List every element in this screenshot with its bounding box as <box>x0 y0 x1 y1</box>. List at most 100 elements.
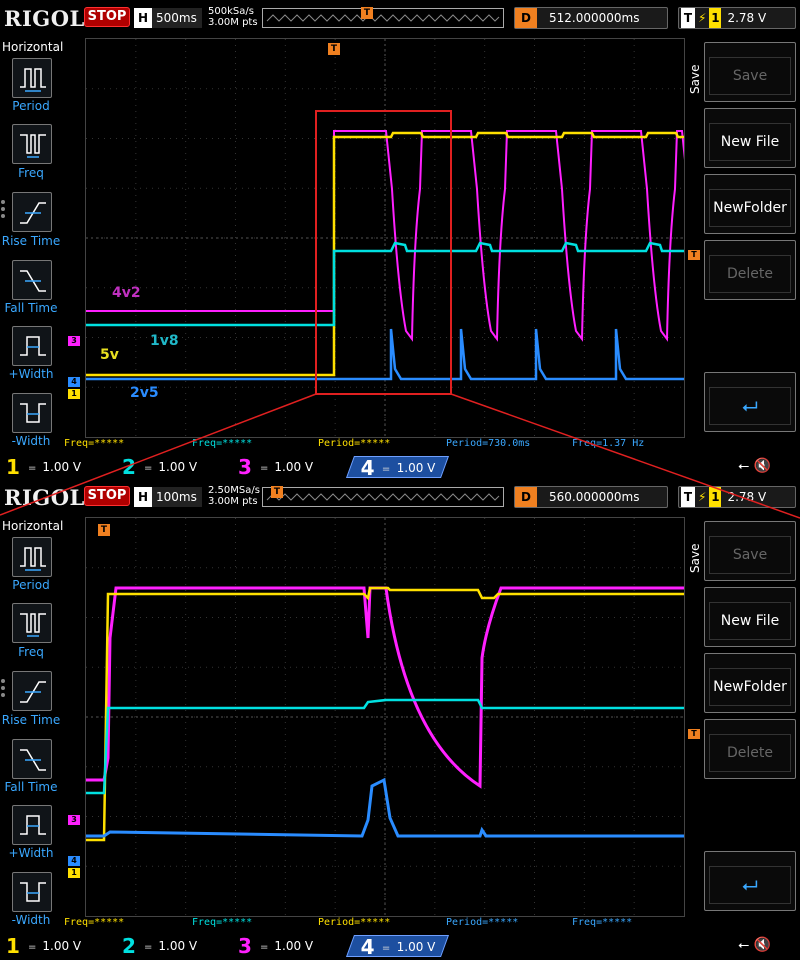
timebase-readout[interactable]: H 500ms <box>134 8 202 28</box>
enter-button[interactable]: ⮠ <box>704 372 796 432</box>
ch1-scale[interactable]: 1 = 1.00 V <box>4 935 81 957</box>
run-stop-button[interactable]: STOP <box>84 7 130 27</box>
ch4-value: 1.00 V <box>397 461 436 475</box>
dc-coupling-icon: = <box>144 942 153 953</box>
trigger-source: 1 <box>709 487 722 507</box>
period-button[interactable] <box>12 58 52 98</box>
memory-depth: 3.00M pts <box>208 496 258 507</box>
run-stop-button[interactable]: STOP <box>84 486 130 506</box>
speaker-muted-icon[interactable]: 🔇 <box>754 458 771 474</box>
scope-screen-bottom: RIGOL STOP H 100ms 2.50MSa/s 3.00M pts T … <box>0 479 800 959</box>
trigger-key: T <box>681 487 695 507</box>
new-folder-button[interactable]: NewFolder <box>704 653 796 713</box>
sample-rate: 500kSa/s <box>208 6 254 17</box>
period-icon <box>20 547 46 571</box>
ch2-scale[interactable]: 2 = 1.00 V <box>120 456 197 478</box>
horizontal-delay[interactable]: D 560.000000ms <box>514 486 668 508</box>
status-bar: RIGOL STOP H 100ms 2.50MSa/s 3.00M pts T … <box>0 479 800 517</box>
sample-rate: 2.50MSa/s <box>208 485 260 496</box>
memory-trigger-marker: T <box>271 486 283 498</box>
ch1-scale[interactable]: 1 = 1.00 V <box>4 456 81 478</box>
waveform-plot <box>86 39 684 437</box>
trigger-source: 1 <box>709 8 722 28</box>
ch4-number: 4 <box>360 456 375 480</box>
save-button[interactable]: Save <box>704 42 796 102</box>
timebase-value: 500ms <box>156 11 197 25</box>
trigger-position-marker: T <box>328 43 340 55</box>
period-label: Period <box>12 578 50 592</box>
horizontal-delay[interactable]: D 512.000000ms <box>514 7 668 29</box>
ch1-offset-marker[interactable]: 1 <box>68 389 80 399</box>
delay-key: D <box>515 8 537 28</box>
brand-logo: RIGOL <box>4 485 85 510</box>
trigger-readout[interactable]: T ⚡ 1 2.78 V <box>678 7 796 29</box>
ch1-offset-marker[interactable]: 1 <box>68 868 80 878</box>
dc-coupling-icon: = <box>381 464 391 475</box>
minus-width-button[interactable] <box>12 393 52 433</box>
delay-value: 560.000000ms <box>549 490 640 504</box>
ch4-scale[interactable]: 4 = 1.00 V <box>345 935 450 959</box>
dc-coupling-icon: = <box>381 943 391 954</box>
trigger-position-marker: T <box>98 524 110 536</box>
save-button[interactable]: Save <box>704 521 796 581</box>
delete-button[interactable]: Delete <box>704 719 796 779</box>
rise-time-icon <box>20 202 46 224</box>
left-measure-menu: Horizontal Period Freq Rise Time Fall Ti… <box>0 517 64 931</box>
new-file-button[interactable]: New File <box>704 108 796 168</box>
enter-button[interactable]: ⮠ <box>704 851 796 911</box>
memory-overview-bar[interactable]: T <box>262 486 504 507</box>
waveform-grid[interactable]: T <box>85 517 685 917</box>
measurement-2: Freq=***** <box>192 438 253 449</box>
ch3-scale[interactable]: 3 = 1.00 V <box>236 935 313 957</box>
ch3-offset-marker[interactable]: 3 <box>68 815 80 825</box>
label-5v: 5v <box>100 347 119 363</box>
minus-width-button[interactable] <box>12 872 52 912</box>
ch1-value: 1.00 V <box>42 460 82 474</box>
waveform-grid[interactable]: T 4v2 1v8 5v 2v5 <box>85 38 685 438</box>
freq-icon <box>20 134 46 158</box>
delete-button[interactable]: Delete <box>704 240 796 300</box>
freq-button[interactable] <box>12 603 52 643</box>
save-menu-title: Save <box>688 64 702 94</box>
new-folder-label: NewFolder <box>709 668 791 706</box>
ch3-scale[interactable]: 3 = 1.00 V <box>236 456 313 478</box>
freq-icon <box>20 613 46 637</box>
fall-time-button[interactable] <box>12 739 52 779</box>
rise-time-button[interactable] <box>12 671 52 711</box>
ch3-offset-marker[interactable]: 3 <box>68 336 80 346</box>
usb-sound-icons: ⭠ 🔇 <box>738 937 771 953</box>
ch4-offset-marker[interactable]: 4 <box>68 377 80 387</box>
minus-width-icon <box>20 403 46 423</box>
menu-title: Horizontal <box>2 519 64 533</box>
fall-time-button[interactable] <box>12 260 52 300</box>
measurement-3: Period=***** <box>318 438 391 449</box>
ch1-value: 1.00 V <box>42 939 82 953</box>
plus-width-button[interactable] <box>12 326 52 366</box>
ch3-number: 3 <box>238 455 252 479</box>
measurement-5: Freq=***** <box>572 917 633 928</box>
new-folder-button[interactable]: NewFolder <box>704 174 796 234</box>
memory-overview-bar[interactable]: T <box>262 7 504 28</box>
freq-button[interactable] <box>12 124 52 164</box>
rise-time-button[interactable] <box>12 192 52 232</box>
plus-width-label: +Width <box>8 846 54 860</box>
speaker-muted-icon[interactable]: 🔇 <box>754 937 771 953</box>
dc-coupling-icon: = <box>28 463 37 474</box>
label-4v2: 4v2 <box>112 285 141 301</box>
new-file-button[interactable]: New File <box>704 587 796 647</box>
trigger-readout[interactable]: T ⚡ 1 2.78 V <box>678 486 796 508</box>
label-2v5: 2v5 <box>130 385 159 401</box>
period-button[interactable] <box>12 537 52 577</box>
measurement-1: Freq=***** <box>64 917 125 928</box>
ch4-offset-marker[interactable]: 4 <box>68 856 80 866</box>
timebase-readout[interactable]: H 100ms <box>134 487 202 507</box>
ch3-number: 3 <box>238 934 252 958</box>
plus-width-button[interactable] <box>12 805 52 845</box>
usb-sound-icons: ⭠ 🔇 <box>738 458 771 474</box>
freq-label: Freq <box>18 166 44 180</box>
ch4-scale[interactable]: 4 = 1.00 V <box>345 456 450 480</box>
freq-label: Freq <box>18 645 44 659</box>
measurement-bar: Freq=***** Freq=***** Period=***** Perio… <box>64 917 700 931</box>
ch2-scale[interactable]: 2 = 1.00 V <box>120 935 197 957</box>
timebase-key: H <box>134 8 152 28</box>
